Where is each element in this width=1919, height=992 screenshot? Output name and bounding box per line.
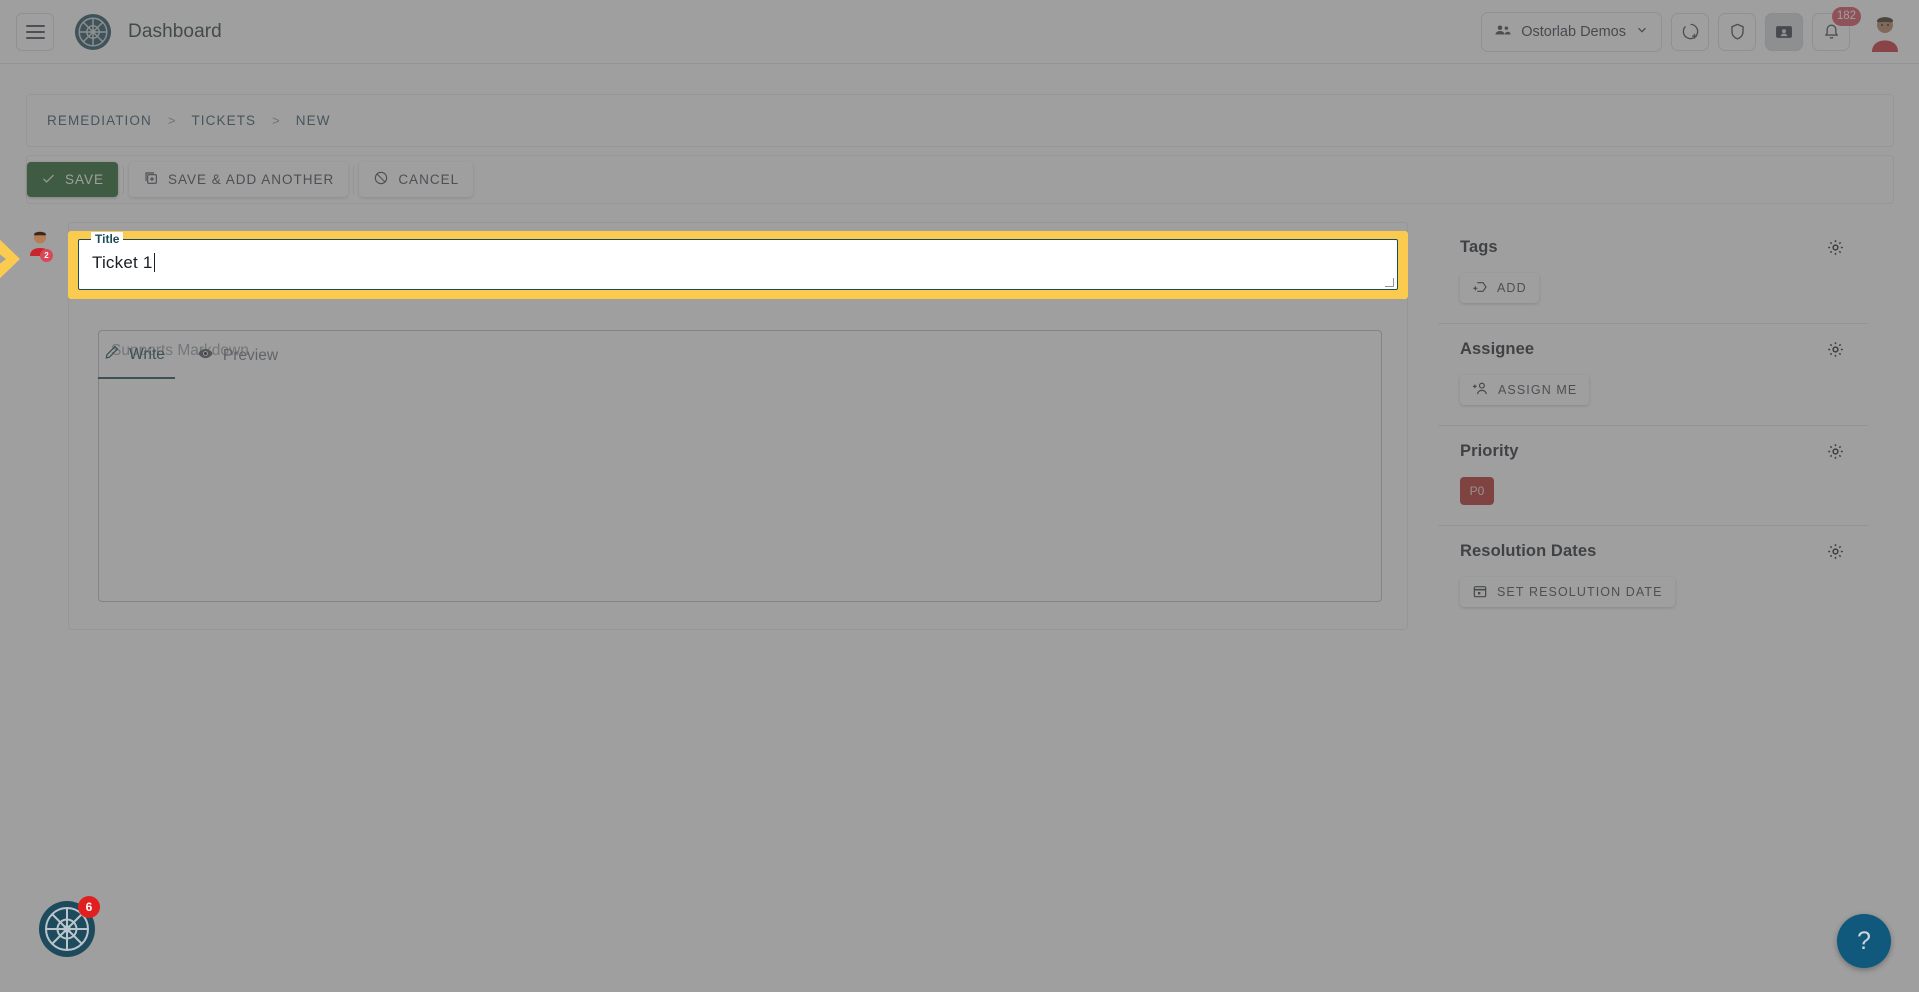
cancel-button-label: CANCEL bbox=[398, 172, 460, 187]
org-selector[interactable]: Ostorlab Demos bbox=[1481, 11, 1662, 52]
scan-add-icon[interactable] bbox=[1671, 12, 1709, 51]
tab-write-label: Write bbox=[129, 345, 165, 363]
corner-logo-badge: 6 bbox=[78, 896, 100, 918]
bell-icon[interactable]: 182 bbox=[1812, 6, 1861, 51]
save-button[interactable]: SAVE bbox=[27, 162, 119, 197]
sidebar-section-priority: Priority P0 bbox=[1438, 425, 1868, 525]
gear-icon[interactable] bbox=[1824, 540, 1846, 562]
ostorlab-logo-icon[interactable] bbox=[74, 13, 112, 51]
copy-add-icon bbox=[143, 170, 159, 189]
check-icon bbox=[41, 171, 56, 189]
ticket-meta-sidebar: Tags ADD Assignee ASSIGN ME Priority P0 … bbox=[1438, 222, 1868, 627]
action-toolbar: SAVE SAVE & ADD ANOTHER CANCEL bbox=[26, 155, 1894, 204]
title-field-highlight: Title Ticket 1 bbox=[68, 231, 1408, 299]
tag-add-icon bbox=[1472, 279, 1488, 298]
assign-me-label: ASSIGN ME bbox=[1498, 383, 1578, 397]
assignee-title: Assignee bbox=[1460, 339, 1535, 358]
tags-title: Tags bbox=[1460, 237, 1498, 256]
sidebar-section-tags: Tags ADD bbox=[1438, 222, 1868, 323]
save-add-another-button[interactable]: SAVE & ADD ANOTHER bbox=[129, 162, 349, 197]
header-actions: Ostorlab Demos 182 bbox=[1481, 6, 1905, 52]
save-add-another-label: SAVE & ADD ANOTHER bbox=[168, 172, 335, 187]
breadcrumb-item-tickets[interactable]: TICKETS bbox=[191, 113, 256, 128]
person-add-icon bbox=[1472, 380, 1489, 400]
set-resolution-date-label: SET RESOLUTION DATE bbox=[1497, 585, 1663, 599]
title-input-text: Ticket 1 bbox=[92, 253, 153, 272]
eye-icon bbox=[197, 345, 214, 367]
gear-icon[interactable] bbox=[1824, 440, 1846, 462]
help-button[interactable]: ? bbox=[1837, 914, 1891, 968]
save-button-label: SAVE bbox=[65, 172, 105, 187]
app-root: Dashboard Ostorlab Demos 182 REMEDIATION… bbox=[0, 0, 1919, 992]
breadcrumb-separator: > bbox=[167, 113, 176, 128]
shield-icon[interactable] bbox=[1718, 12, 1756, 51]
description-tabs: Write Preview bbox=[98, 338, 288, 379]
add-tag-label: ADD bbox=[1497, 281, 1527, 295]
tab-preview-label: Preview bbox=[222, 346, 279, 364]
resolution-dates-title: Resolution Dates bbox=[1460, 541, 1597, 560]
breadcrumb: REMEDIATION > TICKETS > NEW bbox=[26, 94, 1894, 147]
section-header: Assignee bbox=[1460, 338, 1846, 360]
section-header: Tags bbox=[1460, 236, 1846, 258]
toolbar-divider bbox=[123, 165, 125, 194]
title-input[interactable]: Title Ticket 1 bbox=[78, 232, 1398, 290]
tab-preview[interactable]: Preview bbox=[191, 338, 288, 379]
gear-icon[interactable] bbox=[1824, 338, 1846, 360]
title-input-value: Ticket 1 bbox=[92, 253, 155, 273]
set-resolution-date-button[interactable]: SET RESOLUTION DATE bbox=[1460, 577, 1675, 607]
app-header: Dashboard Ostorlab Demos 182 bbox=[0, 0, 1919, 64]
gear-icon[interactable] bbox=[1824, 236, 1846, 258]
pencil-icon bbox=[104, 344, 120, 365]
add-tag-button[interactable]: ADD bbox=[1460, 273, 1539, 303]
block-icon bbox=[373, 170, 389, 189]
notification-badge: 182 bbox=[1831, 6, 1861, 26]
chevron-down-icon bbox=[1635, 23, 1649, 41]
avatar[interactable] bbox=[1865, 12, 1905, 52]
section-header: Resolution Dates bbox=[1460, 540, 1846, 562]
section-header: Priority bbox=[1460, 440, 1846, 462]
description-textarea[interactable]: Supports Markdown bbox=[98, 330, 1382, 602]
ostorlab-logo-icon[interactable]: 6 bbox=[38, 896, 100, 958]
tab-write[interactable]: Write bbox=[98, 338, 175, 379]
sidebar-section-assignee: Assignee ASSIGN ME bbox=[1438, 323, 1868, 425]
collaborator-avatar-badge: 2 bbox=[40, 249, 53, 262]
priority-title: Priority bbox=[1460, 441, 1519, 460]
assign-me-button[interactable]: ASSIGN ME bbox=[1460, 375, 1590, 405]
text-caret bbox=[153, 253, 155, 272]
toolbar-divider bbox=[353, 165, 355, 194]
question-mark-icon: ? bbox=[1857, 926, 1871, 955]
breadcrumb-item-remediation[interactable]: REMEDIATION bbox=[47, 113, 152, 128]
calendar-icon bbox=[1472, 583, 1488, 602]
status-badge-priority[interactable]: P0 bbox=[1460, 477, 1494, 505]
resize-handle[interactable] bbox=[1385, 278, 1394, 287]
breadcrumb-item-new[interactable]: NEW bbox=[296, 113, 331, 128]
id-card-icon[interactable] bbox=[1765, 12, 1803, 51]
page-title: Dashboard bbox=[128, 20, 222, 42]
title-input-legend: Title bbox=[91, 232, 124, 246]
org-selector-label: Ostorlab Demos bbox=[1521, 23, 1626, 40]
hamburger-icon[interactable] bbox=[16, 12, 54, 51]
sidebar-section-resolution-dates: Resolution Dates SET RESOLUTION DATE bbox=[1438, 525, 1868, 627]
cancel-button[interactable]: CANCEL bbox=[359, 162, 474, 197]
breadcrumb-separator: > bbox=[272, 113, 280, 128]
group-icon bbox=[1494, 21, 1512, 43]
